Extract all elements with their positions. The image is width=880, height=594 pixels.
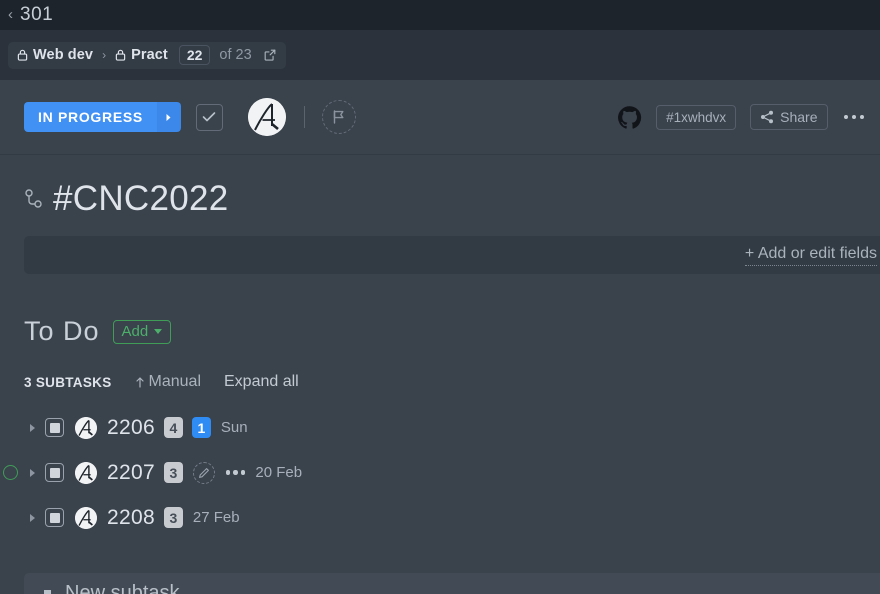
subtasks-header: 3 SUBTASKS Manual Expand all [0, 347, 880, 391]
status-button-group[interactable]: IN PROGRESS [24, 102, 181, 132]
add-item-button[interactable]: Add [112, 319, 172, 344]
ellipsis-dot [851, 114, 856, 120]
status-dropdown-button[interactable] [156, 102, 181, 132]
subtask-checkbox[interactable] [45, 418, 64, 437]
subtask-date[interactable]: 27 Feb [193, 509, 240, 526]
back-label[interactable]: 301 [20, 4, 53, 26]
subtask-checkbox[interactable] [45, 508, 64, 527]
expand-row-button[interactable] [24, 468, 40, 477]
row-more-options-button[interactable] [225, 470, 246, 475]
subtask-row[interactable]: 2208 3 27 Feb [0, 495, 880, 540]
subtask-branch-icon [25, 189, 42, 208]
subtask-checkbox[interactable] [45, 463, 64, 482]
custom-fields-bar: + Add or edit fields [24, 236, 880, 274]
page-title[interactable]: #CNC2022 [53, 179, 229, 219]
avatar[interactable] [75, 506, 97, 529]
share-button[interactable]: Share [750, 104, 828, 130]
subtask-count-label: 3 SUBTASKS [24, 374, 112, 390]
share-label: Share [780, 109, 818, 125]
sort-order-button[interactable]: Manual [135, 373, 201, 391]
bullet-icon [44, 589, 51, 594]
status-toolbar: IN PROGRESS #1xwhdvx Share [0, 80, 880, 155]
expand-row-button[interactable] [24, 513, 40, 522]
avatar[interactable] [75, 461, 97, 484]
toolbar-right-actions: #1xwhdvx Share [617, 104, 866, 130]
priority-flag-button[interactable] [321, 100, 356, 134]
caret-right-icon [166, 113, 171, 121]
subtask-date[interactable]: 20 Feb [255, 464, 302, 481]
avatar[interactable] [75, 416, 97, 439]
breadcrumb-item-list[interactable]: Pract [115, 47, 168, 63]
user-avatar-a [75, 506, 97, 529]
ellipsis-dot [225, 470, 231, 475]
subtask-id[interactable]: 2208 [107, 506, 155, 530]
user-avatar-a [75, 416, 97, 439]
subtask-id[interactable]: 2207 [107, 461, 155, 485]
task-id-badge[interactable]: #1xwhdvx [656, 104, 737, 130]
ellipsis-dot [233, 470, 238, 475]
check-icon [203, 112, 216, 122]
subtask-row[interactable]: 2206 4 1 Sun [0, 405, 880, 450]
user-avatar-a [247, 98, 286, 136]
breadcrumb-separator: › [102, 48, 107, 62]
status-badge[interactable]: 3 [163, 462, 183, 483]
checkbox-fill [49, 422, 60, 433]
ellipsis-dot [859, 114, 864, 120]
status-badge[interactable]: 3 [163, 507, 183, 528]
github-icon[interactable] [617, 105, 642, 130]
lock-icon [17, 49, 28, 61]
user-avatar-a [75, 461, 97, 484]
subtask-row[interactable]: 2207 3 20 Feb [0, 450, 880, 495]
ellipsis-dot [843, 114, 848, 120]
task-detail-page: ‹ 301 Web dev › Pract 22 of 23 IN PROGRE… [0, 0, 880, 594]
todo-heading: To Do [24, 316, 100, 346]
row-hover-indicator[interactable] [3, 465, 18, 480]
back-chevron-icon[interactable]: ‹ [8, 7, 13, 22]
todo-section-header: To Do Add [0, 274, 880, 347]
pencil-icon [198, 467, 209, 478]
add-item-label: Add [121, 322, 149, 340]
breadcrumb: Web dev › Pract 22 of 23 [8, 41, 286, 69]
chevron-down-icon [154, 328, 163, 334]
caret-right-icon [29, 423, 35, 432]
expand-all-button[interactable]: Expand all [224, 373, 299, 391]
top-bar: ‹ 301 [0, 0, 880, 30]
checkbox-fill [49, 512, 60, 523]
more-options-button[interactable] [842, 109, 867, 126]
checkbox-fill [49, 467, 60, 478]
share-icon [761, 110, 774, 124]
lock-icon [115, 49, 126, 61]
new-subtask-row[interactable]: New subtask [24, 573, 880, 594]
breadcrumb-item-workspace[interactable]: Web dev [17, 47, 93, 63]
task-total-count: of 23 [219, 47, 252, 63]
status-badge[interactable]: 1 [191, 417, 211, 438]
complete-task-button[interactable] [195, 103, 223, 131]
arrow-up-icon [135, 376, 144, 388]
subtask-list: 2206 4 1 Sun 2207 3 20 Feb 2208 3 27 Feb [0, 391, 880, 540]
caret-right-icon [29, 468, 35, 477]
assignee-avatar[interactable] [247, 98, 286, 136]
page-title-row: #CNC2022 [0, 155, 880, 219]
subtask-date[interactable]: Sun [221, 419, 248, 436]
subtask-id[interactable]: 2206 [107, 416, 155, 440]
breadcrumb-label: Web dev [33, 47, 94, 63]
ellipsis-dot [240, 470, 246, 475]
expand-row-button[interactable] [24, 423, 40, 432]
flag-icon [334, 110, 344, 124]
add-or-edit-fields-button[interactable]: + Add or edit fields [744, 245, 877, 266]
new-subtask-label: New subtask [65, 581, 180, 594]
breadcrumb-label: Pract [131, 47, 168, 63]
status-button[interactable]: IN PROGRESS [24, 102, 157, 132]
task-position-count: 22 [178, 45, 211, 65]
edit-pencil-button[interactable] [192, 461, 215, 484]
status-badge[interactable]: 4 [163, 417, 183, 438]
sort-order-label: Manual [148, 373, 201, 390]
open-external-icon[interactable] [263, 48, 277, 62]
caret-right-icon [29, 513, 35, 522]
breadcrumb-bar: Web dev › Pract 22 of 23 [0, 30, 880, 80]
toolbar-divider [303, 106, 305, 128]
